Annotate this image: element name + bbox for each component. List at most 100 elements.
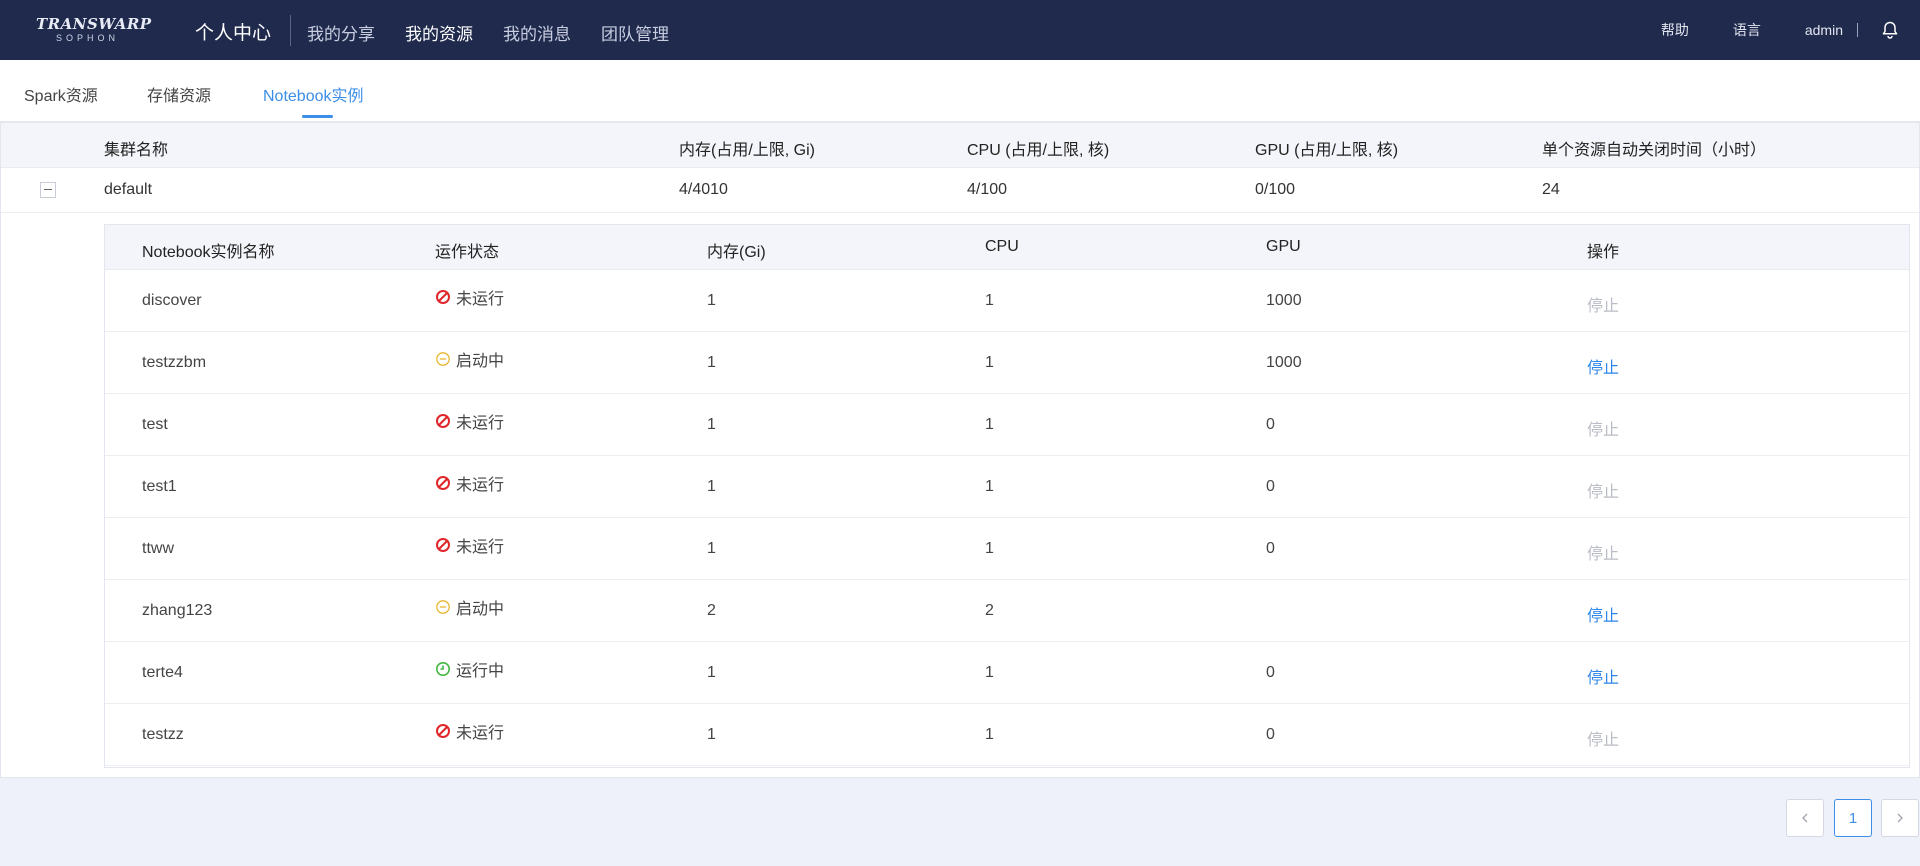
- user-menu[interactable]: admin: [1805, 22, 1843, 38]
- stop-button[interactable]: 停止: [1587, 540, 1619, 564]
- page-title: 个人中心: [195, 23, 272, 44]
- instance-memory: 1: [707, 354, 716, 371]
- cluster-table-header: 集群名称 内存(占用/上限, Gi) CPU (占用/上限, 核) GPU (占…: [1, 123, 1919, 168]
- stop-button[interactable]: 停止: [1587, 726, 1619, 750]
- status-label: 未运行: [456, 539, 505, 556]
- transwarp-logo[interactable]: TRANSWARP SOPHON: [36, 15, 152, 46]
- table-row: test 1 1 0 未运行 停止: [105, 394, 1909, 456]
- language-menu[interactable]: 语言: [1733, 20, 1761, 40]
- help-link[interactable]: 帮助: [1661, 20, 1689, 40]
- cluster-auto-close: 24: [1542, 181, 1560, 198]
- table-row: discover 1 1 1000 未运行 停止: [105, 270, 1909, 332]
- header-instance-gpu: GPU: [1266, 238, 1301, 255]
- notebook-instances-table: Notebook实例名称 运作状态 内存(Gi) CPU GPU 操作 disc…: [104, 224, 1910, 768]
- status-label: 未运行: [456, 725, 505, 742]
- page-1-button[interactable]: 1: [1834, 799, 1872, 837]
- not-running-icon: [436, 290, 450, 304]
- stop-button[interactable]: 停止: [1587, 354, 1619, 378]
- starting-icon: [436, 600, 450, 614]
- instance-cpu: 1: [985, 292, 994, 309]
- instance-gpu: 0: [1266, 664, 1275, 681]
- collapse-icon[interactable]: [40, 182, 56, 198]
- table-row: test1 1 1 0 未运行 停止: [105, 456, 1909, 518]
- main-nav: 我的分享 我的资源 我的消息 团队管理: [307, 20, 669, 45]
- stop-button[interactable]: 停止: [1587, 602, 1619, 626]
- header-cluster-name: 集群名称: [104, 142, 169, 159]
- next-page-button[interactable]: [1881, 799, 1919, 837]
- instance-cpu: 1: [985, 478, 994, 495]
- stop-button[interactable]: 停止: [1587, 478, 1619, 502]
- table-row: ttww 1 1 0 未运行 停止: [105, 518, 1909, 580]
- nav-item-my-messages[interactable]: 我的消息: [503, 20, 571, 45]
- table-row: testzzbm 1 1 1000 启动中 停止: [105, 332, 1909, 394]
- instance-memory: 2: [707, 602, 716, 619]
- running-icon: [436, 662, 450, 676]
- stop-button[interactable]: 停止: [1587, 664, 1619, 688]
- starting-icon: [436, 352, 450, 366]
- instance-cpu: 1: [985, 354, 994, 371]
- header-gpu: GPU (占用/上限, 核): [1255, 142, 1399, 159]
- cluster-name: default: [104, 181, 153, 198]
- status-label: 未运行: [456, 291, 505, 308]
- instance-name: ttww: [142, 540, 174, 557]
- not-running-icon: [436, 538, 450, 552]
- header-memory: 内存(占用/上限, Gi): [679, 142, 815, 159]
- chevron-left-icon: [1802, 813, 1808, 823]
- table-row: terte4 1 1 0 运行中 停止: [105, 642, 1909, 704]
- instance-gpu: 1000: [1266, 292, 1302, 309]
- instance-gpu: 0: [1266, 478, 1275, 495]
- instance-memory: 1: [707, 292, 716, 309]
- logo-main-text: TRANSWARP: [36, 15, 152, 33]
- table-row: zhang123 2 2 启动中 停止: [105, 580, 1909, 642]
- header-instance-name: Notebook实例名称: [142, 244, 275, 261]
- stop-button[interactable]: 停止: [1587, 416, 1619, 440]
- status-label: 启动中: [456, 353, 505, 370]
- instance-name: testzzbm: [142, 354, 207, 371]
- instance-status: 未运行: [435, 719, 504, 743]
- stop-button[interactable]: 停止: [1587, 292, 1619, 316]
- user-divider: [1857, 23, 1858, 37]
- instance-gpu: 0: [1266, 540, 1275, 557]
- instance-gpu: 1000: [1266, 354, 1302, 371]
- instance-status: 未运行: [435, 409, 504, 433]
- resource-tabs: Spark资源 存储资源 Notebook实例: [0, 60, 1920, 122]
- instance-name: test1: [142, 478, 177, 495]
- instance-name: test: [142, 416, 168, 433]
- header-cpu: CPU (占用/上限, 核): [967, 142, 1110, 159]
- instance-cpu: 2: [985, 602, 994, 619]
- tab-spark-resources[interactable]: Spark资源: [24, 82, 98, 106]
- chevron-right-icon: [1897, 813, 1903, 823]
- prev-page-button[interactable]: [1786, 799, 1824, 837]
- header-status: 运作状态: [435, 244, 500, 261]
- instance-cpu: 1: [985, 664, 994, 681]
- nav-item-my-resources[interactable]: 我的资源: [405, 20, 473, 45]
- instance-cpu: 1: [985, 416, 994, 433]
- header-actions: 操作: [1587, 244, 1620, 261]
- cluster-gpu: 0/100: [1255, 181, 1296, 198]
- tab-storage-resources[interactable]: 存储资源: [147, 82, 211, 106]
- top-navbar: TRANSWARP SOPHON 个人中心 我的分享 我的资源 我的消息 团队管…: [0, 0, 1920, 60]
- instance-memory: 1: [707, 726, 716, 743]
- status-label: 启动中: [456, 601, 505, 618]
- instance-memory: 1: [707, 540, 716, 557]
- status-label: 运行中: [456, 663, 505, 680]
- instance-cpu: 1: [985, 726, 994, 743]
- cluster-panel: 集群名称 内存(占用/上限, Gi) CPU (占用/上限, 核) GPU (占…: [0, 122, 1920, 778]
- header-instance-cpu: CPU: [985, 238, 1019, 255]
- not-running-icon: [436, 724, 450, 738]
- not-running-icon: [436, 476, 450, 490]
- instance-status: 未运行: [435, 471, 504, 495]
- nav-item-my-shares[interactable]: 我的分享: [307, 20, 375, 45]
- instance-name: discover: [142, 292, 202, 309]
- status-label: 未运行: [456, 477, 505, 494]
- instance-status: 未运行: [435, 533, 504, 557]
- instances-table-header: Notebook实例名称 运作状态 内存(Gi) CPU GPU 操作: [105, 225, 1909, 270]
- bell-icon[interactable]: [1880, 20, 1900, 40]
- tab-notebook-instances[interactable]: Notebook实例: [263, 82, 364, 106]
- instance-gpu: 0: [1266, 416, 1275, 433]
- instance-status: 运行中: [435, 657, 504, 681]
- instance-name: zhang123: [142, 602, 213, 619]
- nav-item-team-management[interactable]: 团队管理: [601, 20, 669, 45]
- nav-right-menu: 帮助 语言 admin: [1661, 0, 1920, 60]
- header-instance-memory: 内存(Gi): [707, 244, 766, 261]
